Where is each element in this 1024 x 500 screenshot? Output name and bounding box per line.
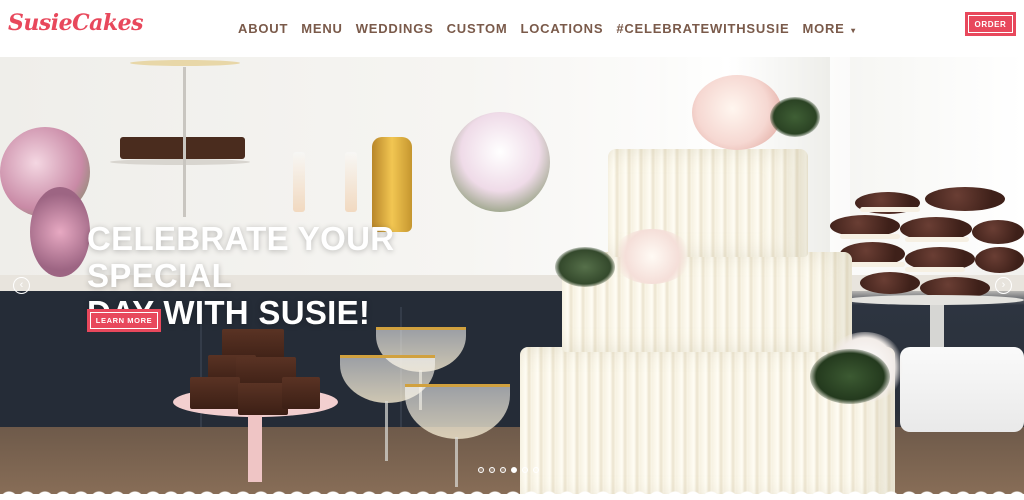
cookie-cream: [860, 207, 920, 212]
carousel-dot[interactable]: [500, 467, 506, 473]
cookie: [860, 272, 920, 294]
carousel-next-button[interactable]: ›: [995, 277, 1012, 294]
nav-menu[interactable]: MENU: [301, 21, 342, 36]
logo[interactable]: SusieCakes: [8, 10, 144, 36]
cookie: [975, 247, 1024, 273]
cookie-stand-pole: [930, 305, 944, 350]
cookie-cream: [850, 262, 905, 267]
cake-rose: [612, 229, 692, 284]
scallop-border: [0, 486, 1024, 500]
champagne-flute: [293, 152, 305, 212]
nav-more[interactable]: MORE ▾: [802, 21, 855, 36]
flower-arrangement: [450, 112, 550, 212]
stand-pole: [183, 67, 186, 217]
plate-stack: [900, 347, 1024, 432]
champagne-flute: [345, 152, 357, 212]
dessert-stand: [130, 60, 240, 66]
cake-rose: [692, 75, 782, 150]
carousel-dot[interactable]: [489, 467, 495, 473]
brownie: [238, 383, 288, 415]
chevron-right-icon: ›: [1001, 279, 1006, 291]
hero-headline-line1: CELEBRATE YOUR SPECIAL: [87, 220, 395, 294]
carousel-dot[interactable]: [478, 467, 484, 473]
order-button[interactable]: ORDER: [965, 12, 1016, 36]
gold-shaker: [372, 137, 412, 232]
cookie: [925, 187, 1005, 211]
brownie: [190, 377, 240, 409]
learn-more-button[interactable]: LEARN MORE: [87, 309, 161, 332]
carousel-dot[interactable]: [511, 467, 517, 473]
hero-carousel: CELEBRATE YOUR SPECIAL DAY WITH SUSIE! L…: [0, 57, 1024, 500]
nav-custom[interactable]: CUSTOM: [447, 21, 508, 36]
carousel-dot[interactable]: [533, 467, 539, 473]
coupe-glass-stem: [385, 401, 388, 461]
nav-more-label: MORE: [802, 21, 845, 36]
cake-stand-stem: [248, 412, 262, 482]
carousel-prev-button[interactable]: ‹: [13, 277, 30, 294]
main-nav: ABOUT MENU WEDDINGS CUSTOM LOCATIONS #CE…: [238, 21, 869, 36]
cookie-cream: [905, 267, 965, 272]
carousel-dot[interactable]: [522, 467, 528, 473]
cake-leaves: [810, 349, 890, 404]
coupe-glass-stem: [455, 437, 458, 487]
nav-celebratewithsusie[interactable]: #CELEBRATEWITHSUSIE: [616, 21, 789, 36]
cookie: [972, 220, 1024, 244]
flower-arrangement: [30, 187, 90, 277]
site-header: SusieCakes ABOUT MENU WEDDINGS CUSTOM LO…: [0, 0, 1024, 57]
brownie: [282, 377, 320, 409]
nav-weddings[interactable]: WEDDINGS: [356, 21, 434, 36]
cookie-stand: [845, 295, 1024, 305]
chevron-down-icon: ▾: [851, 26, 856, 35]
nav-about[interactable]: ABOUT: [238, 21, 288, 36]
cookie-cream: [840, 234, 900, 239]
nav-locations[interactable]: LOCATIONS: [521, 21, 604, 36]
cake-leaves: [770, 97, 820, 137]
cake-leaves: [555, 247, 615, 287]
cookie-cream: [905, 237, 969, 242]
carousel-pagination: [478, 467, 539, 473]
chevron-left-icon: ‹: [19, 279, 24, 291]
dessert-stand: [110, 159, 250, 165]
